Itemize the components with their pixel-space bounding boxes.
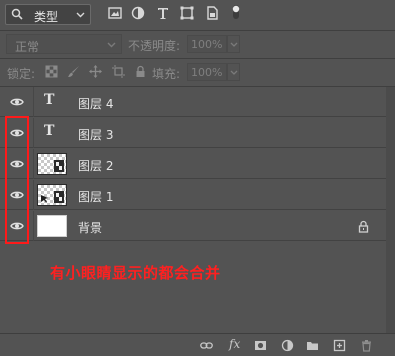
lock-all-icon[interactable] xyxy=(134,65,147,78)
chevron-down-icon xyxy=(230,42,238,47)
blend-row: 正常 不透明度: 100% xyxy=(0,31,395,58)
blend-mode-select[interactable]: 正常 xyxy=(6,34,122,54)
filter-kind-select[interactable]: 类型 xyxy=(5,4,91,25)
fill-input[interactable]: 100% xyxy=(187,63,227,81)
lock-position-move-icon[interactable] xyxy=(89,65,102,78)
link-layers-icon[interactable] xyxy=(200,339,213,352)
layer-content-preview xyxy=(54,160,64,172)
type-layer-icon: T xyxy=(44,123,55,139)
blend-mode-value: 正常 xyxy=(15,40,40,54)
chevron-down-icon xyxy=(230,70,238,75)
adjustment-layer-icon[interactable] xyxy=(281,339,294,352)
shape-layer-filter-icon[interactable] xyxy=(180,6,194,20)
chevron-down-icon xyxy=(107,42,116,48)
lock-image-pixels-brush-icon[interactable] xyxy=(67,65,80,78)
layer-row[interactable]: 图层 1 xyxy=(0,180,386,210)
layer-thumbnail[interactable] xyxy=(37,153,67,175)
layer-thumbnail[interactable] xyxy=(37,215,67,237)
smart-object-filter-icon[interactable] xyxy=(205,6,219,20)
link-icon xyxy=(41,195,48,203)
layer-name[interactable]: 图层 4 xyxy=(78,95,113,112)
layer-row[interactable]: 图层 2 xyxy=(0,149,386,179)
visibility-highlight-box xyxy=(5,116,29,244)
layer-row[interactable]: T 图层 3 xyxy=(0,118,386,148)
layer-row[interactable]: T 图层 4 xyxy=(0,87,386,117)
filter-kind-label: 类型 xyxy=(34,10,59,24)
divider xyxy=(33,149,34,179)
layers-footer-toolbar: fx xyxy=(0,333,395,356)
fill-dropdown[interactable] xyxy=(227,63,240,81)
fill-label: 填充: xyxy=(152,67,181,81)
divider xyxy=(33,118,34,148)
layers-scrollbar[interactable] xyxy=(386,87,395,333)
new-group-folder-icon[interactable] xyxy=(306,339,319,352)
layer-content-preview xyxy=(54,191,64,203)
trash-delete-icon[interactable] xyxy=(360,339,373,352)
opacity-dropdown[interactable] xyxy=(227,35,240,53)
chevron-down-icon xyxy=(76,12,85,18)
divider xyxy=(33,211,34,241)
layer-name[interactable]: 图层 2 xyxy=(78,157,113,174)
annotation-text: 有小眼睛显示的都会合并 xyxy=(50,264,221,282)
layer-name[interactable]: 背景 xyxy=(78,219,102,236)
divider xyxy=(33,87,34,117)
layer-name[interactable]: 图层 1 xyxy=(78,188,113,205)
lock-row: 锁定: 填充: 100% xyxy=(0,58,395,86)
layer-style-fx-button[interactable]: fx xyxy=(229,337,240,351)
divider xyxy=(33,180,34,210)
search-icon xyxy=(11,8,23,20)
layer-thumbnail[interactable] xyxy=(37,184,67,206)
adjustment-layer-filter-icon[interactable] xyxy=(131,6,145,20)
add-mask-icon[interactable] xyxy=(254,339,267,352)
lock-artboard-icon[interactable] xyxy=(112,65,125,78)
opacity-label: 不透明度: xyxy=(128,39,181,53)
layer-filter-bar: 类型 xyxy=(0,0,395,30)
type-layer-filter-icon[interactable] xyxy=(156,6,170,20)
lock-label: 锁定: xyxy=(7,67,36,81)
type-layer-icon: T xyxy=(44,92,55,108)
lock-transparent-pixels-icon[interactable] xyxy=(45,65,58,78)
opacity-input[interactable]: 100% xyxy=(187,35,227,53)
layer-name[interactable]: 图层 3 xyxy=(78,126,113,143)
filter-toggle-icon[interactable] xyxy=(231,4,241,20)
layer-row[interactable]: 背景 xyxy=(0,211,386,241)
lock-icon xyxy=(358,220,369,233)
eye-visibility-icon[interactable] xyxy=(10,97,24,107)
new-layer-icon[interactable] xyxy=(333,339,346,352)
pixel-layer-filter-icon[interactable] xyxy=(108,6,122,20)
